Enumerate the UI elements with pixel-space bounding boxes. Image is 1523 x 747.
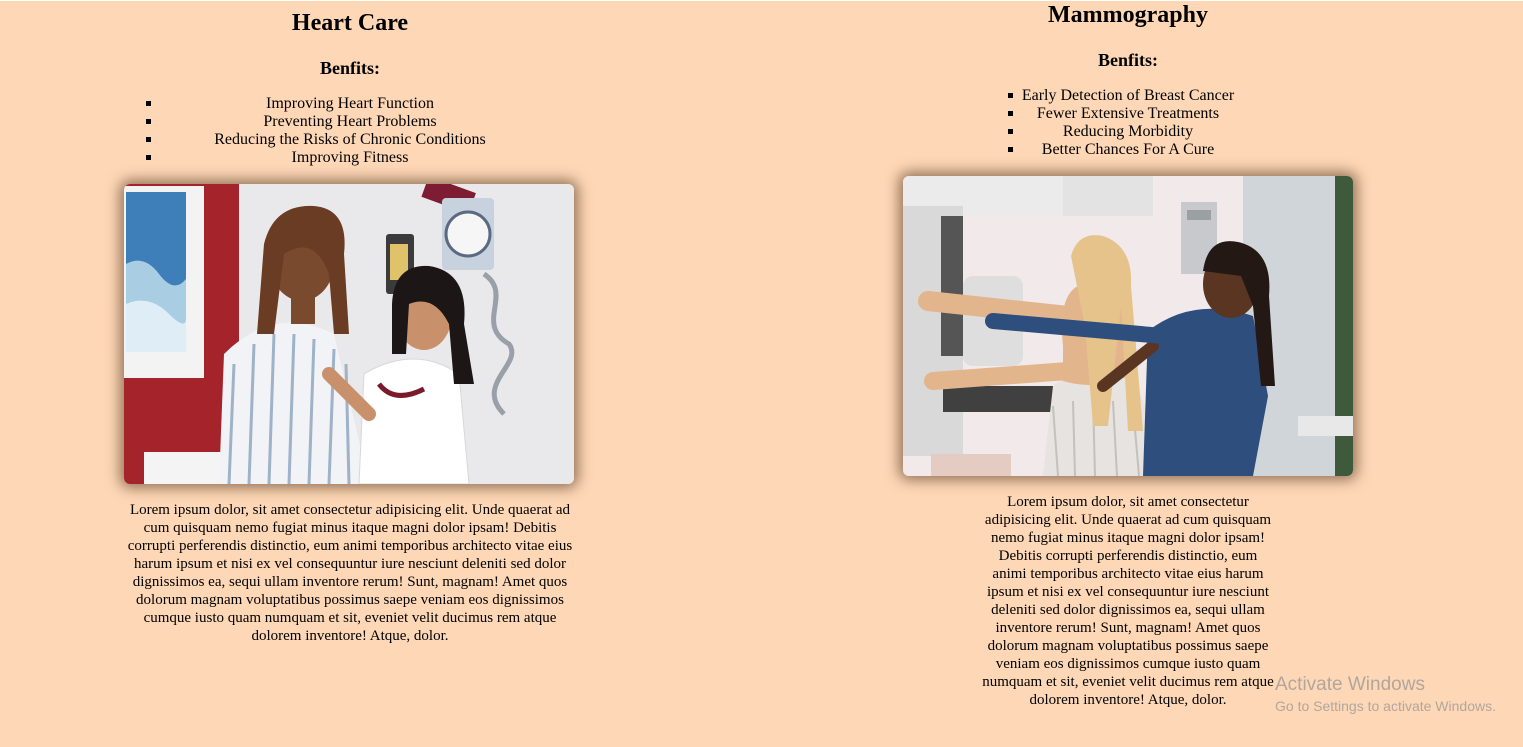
mammography-benefits-list: Early Detection of Breast Cancer Fewer E… xyxy=(903,87,1353,159)
square-bullet-icon xyxy=(146,119,151,124)
benefit-label: Fewer Extensive Treatments xyxy=(1036,105,1220,122)
benefit-item: Preventing Heart Problems xyxy=(124,113,576,131)
mammography-benefits-heading: Benfits: xyxy=(1098,50,1158,70)
square-bullet-icon xyxy=(146,137,151,142)
benefit-item: Reducing the Risks of Chronic Conditions xyxy=(124,131,576,149)
page: Heart Care Benfits: Improving Heart Func… xyxy=(0,0,1523,747)
square-bullet-icon xyxy=(1008,129,1013,134)
mammography-title: Mammography xyxy=(1048,2,1208,28)
benefit-item: Reducing Morbidity xyxy=(903,123,1353,141)
benefit-item: Improving Heart Function xyxy=(124,95,576,113)
heart-care-title: Heart Care xyxy=(291,10,409,36)
benefit-item: Early Detection of Breast Cancer xyxy=(903,87,1353,105)
heart-care-benefits-heading: Benfits: xyxy=(320,58,380,78)
watermark-subtitle: Go to Settings to activate Windows. xyxy=(1275,698,1496,714)
benefit-label: Preventing Heart Problems xyxy=(263,113,437,130)
benefit-item: Better Chances For A Cure xyxy=(903,141,1353,159)
mammography-description: Lorem ipsum dolor, sit amet consectetur … xyxy=(982,494,1274,708)
benefit-label: Improving Heart Function xyxy=(266,95,434,112)
heart-care-card: Heart Care Benfits: Improving Heart Func… xyxy=(124,8,576,645)
watermark-title: Activate Windows xyxy=(1275,674,1425,695)
benefit-item: Fewer Extensive Treatments xyxy=(903,105,1353,123)
square-bullet-icon xyxy=(1008,147,1013,152)
benefit-label: Reducing Morbidity xyxy=(1062,123,1194,140)
mammography-photo xyxy=(903,176,1353,476)
activate-windows-watermark: Activate Windows Go to Settings to activ… xyxy=(1275,673,1496,715)
benefit-label: Early Detection of Breast Cancer xyxy=(1021,87,1235,104)
heart-care-description: Lorem ipsum dolor, sit amet consectetur … xyxy=(127,502,573,644)
heart-care-photo xyxy=(124,184,574,484)
square-bullet-icon xyxy=(146,155,151,160)
benefit-item: Improving Fitness xyxy=(124,149,576,167)
square-bullet-icon xyxy=(146,101,151,106)
heart-care-benefits-list: Improving Heart Function Preventing Hear… xyxy=(124,95,576,167)
mammography-card: Mammography Benfits: Early Detection of … xyxy=(903,0,1353,709)
benefit-label: Better Chances For A Cure xyxy=(1041,141,1215,158)
square-bullet-icon xyxy=(1008,111,1013,116)
benefit-label: Reducing the Risks of Chronic Conditions xyxy=(214,131,486,148)
benefit-label: Improving Fitness xyxy=(291,149,409,166)
square-bullet-icon xyxy=(1008,93,1013,98)
